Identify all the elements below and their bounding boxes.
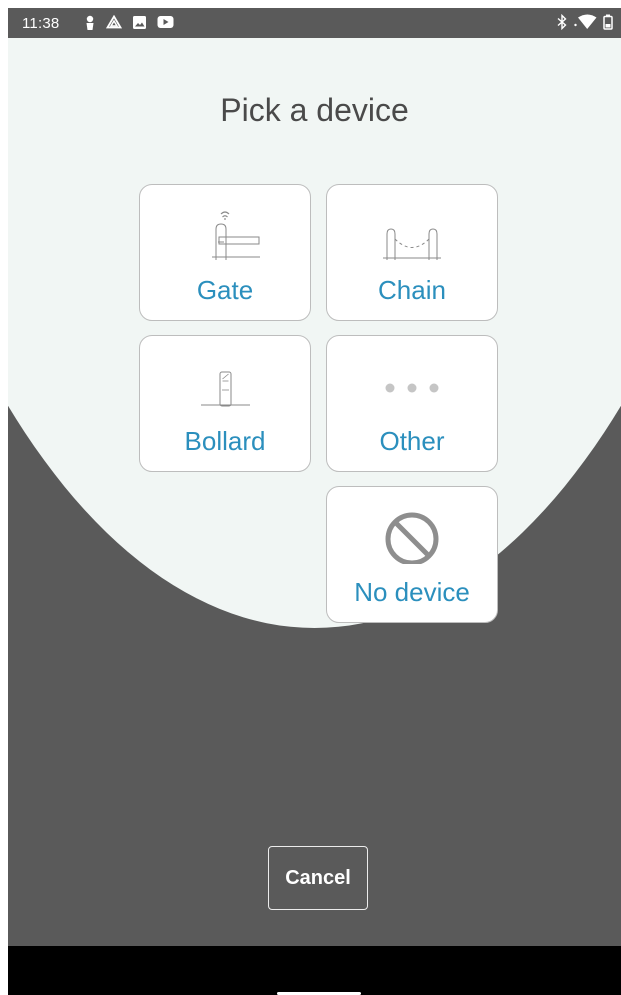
notification-icons — [84, 15, 174, 31]
chain-icon — [327, 203, 497, 265]
battery-icon — [603, 14, 613, 30]
device-label: Bollard — [184, 426, 266, 456]
image-icon — [133, 16, 146, 29]
device-label: No device — [354, 577, 470, 607]
bluetooth-icon — [557, 14, 567, 30]
gate-icon — [140, 203, 310, 265]
app-screen: 11:38 Pick a device Gate Chain Bollard O… — [8, 8, 621, 995]
more-dots-icon — [327, 354, 497, 416]
cancel-button[interactable]: Cancel — [268, 846, 368, 910]
system-icons — [557, 14, 613, 30]
person-pin-icon — [86, 15, 94, 30]
page-title: Pick a device — [220, 92, 409, 128]
device-label: Other — [379, 426, 445, 456]
device-label: Gate — [196, 275, 254, 305]
status-time: 11:38 — [22, 15, 60, 32]
navigation-bar — [8, 946, 621, 995]
youtube-icon — [157, 16, 174, 28]
device-card-bollard[interactable]: Bollard — [139, 335, 311, 472]
prohibited-icon — [327, 505, 497, 567]
device-card-no-device[interactable]: No device — [326, 486, 498, 623]
device-card-other[interactable]: Other — [326, 335, 498, 472]
wifi-icon — [574, 14, 597, 29]
device-card-chain[interactable]: Chain — [326, 184, 498, 321]
device-card-gate[interactable]: Gate — [139, 184, 311, 321]
drive-icon — [106, 15, 122, 29]
device-label: Chain — [378, 275, 446, 305]
status-bar: 11:38 — [8, 8, 621, 38]
bollard-icon — [140, 354, 310, 416]
